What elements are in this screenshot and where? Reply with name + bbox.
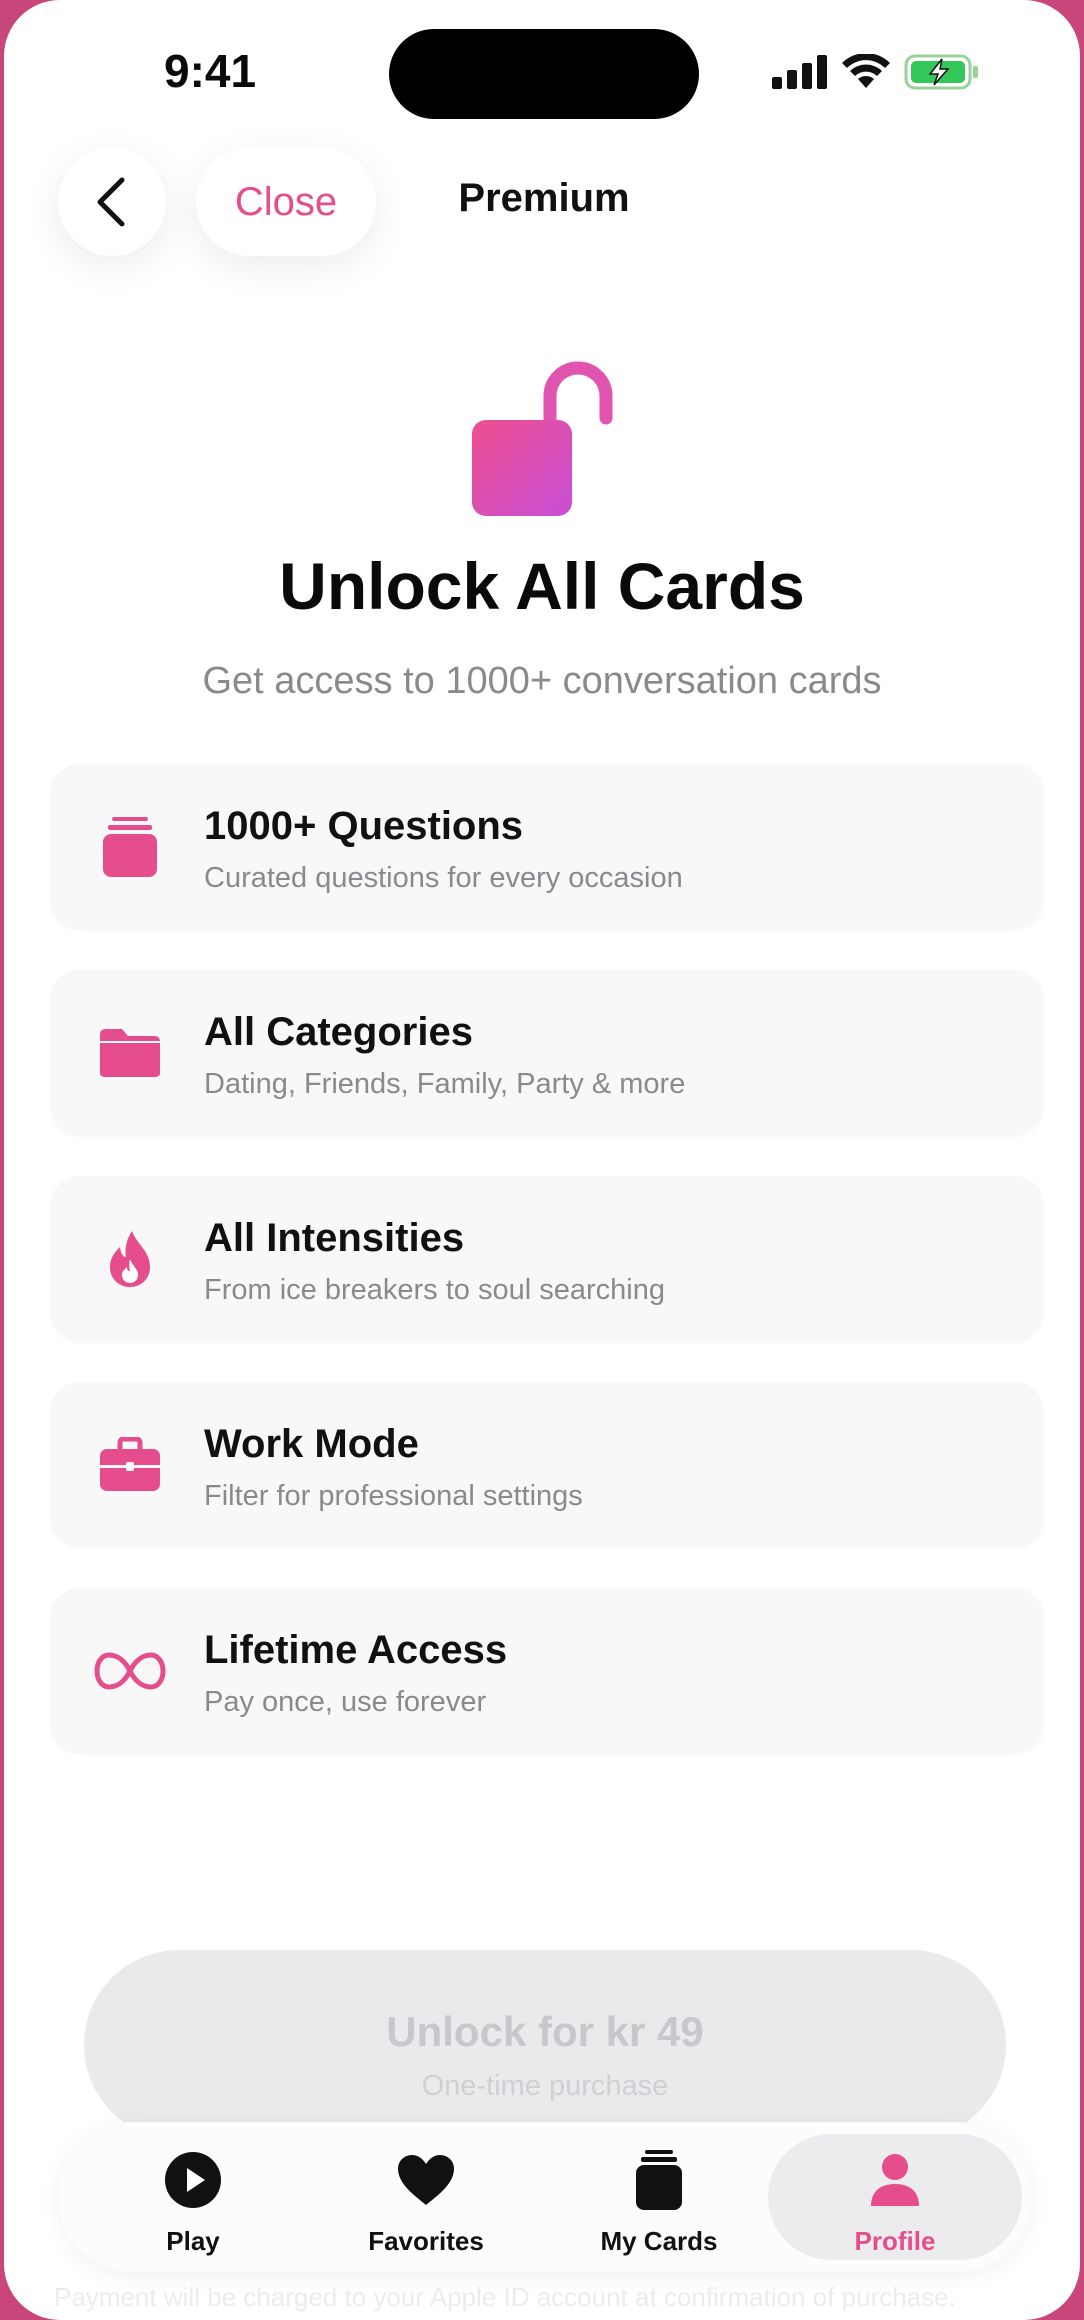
cta-price-label: Unlock for kr 49 <box>386 2008 704 2055</box>
card-stack-icon <box>90 814 170 880</box>
wifi-icon <box>842 54 890 88</box>
tab-play[interactable]: Play <box>78 2122 308 2272</box>
feature-description: Pay once, use forever <box>204 1686 487 1718</box>
unlock-purchase-button[interactable]: Unlock for kr 49 One-time purchase <box>84 1950 1006 2140</box>
feature-card-lifetime: Lifetime Access Pay once, use forever <box>50 1588 1044 1754</box>
hero-subtitle: Get access to 1000+ conversation cards <box>202 660 882 702</box>
chevron-left-icon <box>97 177 125 227</box>
page-title: Premium <box>458 176 630 220</box>
feature-title: All Categories <box>204 1010 473 1054</box>
feature-title: Lifetime Access <box>204 1628 508 1672</box>
feature-card-questions: 1000+ Questions Curated questions for ev… <box>50 764 1044 930</box>
briefcase-icon <box>90 1432 170 1498</box>
tab-profile[interactable]: Profile <box>768 2134 1022 2260</box>
flame-icon <box>90 1226 170 1292</box>
feature-title: 1000+ Questions <box>204 804 524 848</box>
heart-icon <box>311 2148 541 2212</box>
tab-bar: Play Favorites My Cards Profile <box>58 2122 1032 2272</box>
feature-description: Filter for professional settings <box>204 1480 583 1512</box>
tab-label: My Cards <box>600 2226 718 2256</box>
play-icon <box>78 2148 308 2212</box>
tab-label: Favorites <box>368 2226 484 2256</box>
card-stack-icon <box>544 2148 774 2212</box>
close-button[interactable]: Close <box>196 148 376 256</box>
person-icon <box>768 2148 1022 2212</box>
feature-card-categories: All Categories Dating, Friends, Family, … <box>50 970 1044 1136</box>
feature-description: Dating, Friends, Family, Party & more <box>204 1068 686 1100</box>
dynamic-island <box>389 29 699 119</box>
feature-card-intensities: All Intensities From ice breakers to sou… <box>50 1176 1044 1342</box>
unlocked-padlock-icon <box>472 361 613 516</box>
fine-print: Payment will be charged to your Apple ID… <box>54 2282 956 2312</box>
hero-title: Unlock All Cards <box>279 549 805 623</box>
cta-subtitle: One-time purchase <box>421 2070 669 2102</box>
battery-charging-icon <box>904 54 978 90</box>
tab-label: Play <box>166 2226 220 2256</box>
tab-my-cards[interactable]: My Cards <box>544 2122 774 2272</box>
app-screen: 9:41 Close Premium Unlock All Cards Get … <box>4 0 1080 2320</box>
status-time: 9:41 <box>164 45 257 97</box>
status-icons <box>772 54 980 90</box>
feature-description: From ice breakers to soul searching <box>204 1274 665 1306</box>
feature-card-work-mode: Work Mode Filter for professional settin… <box>50 1382 1044 1548</box>
folder-icon <box>90 1020 170 1086</box>
tab-label: Profile <box>854 2226 936 2256</box>
back-button[interactable] <box>58 148 166 256</box>
feature-title: All Intensities <box>204 1216 465 1260</box>
feature-description: Curated questions for every occasion <box>204 862 683 894</box>
cellular-signal-icon <box>772 55 827 89</box>
infinity-icon <box>90 1638 170 1704</box>
feature-title: Work Mode <box>204 1422 419 1466</box>
tab-favorites[interactable]: Favorites <box>311 2122 541 2272</box>
